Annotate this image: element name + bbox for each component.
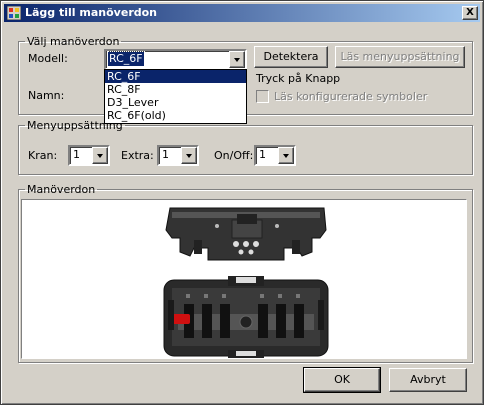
title-bar[interactable]: Lägg till manöverdon X [4,4,480,22]
onoff-select-value: 1 [259,148,266,161]
cancel-button-label: Avbryt [410,373,446,386]
chevron-down-icon[interactable] [229,51,245,68]
dialog-window: Lägg till manöverdon X Välj manöverdon M… [0,0,484,405]
chevron-down-icon[interactable] [278,147,294,164]
read-symbols-label: Läs konfigurerade symboler [274,90,428,103]
controller-preview [21,199,467,359]
model-option[interactable]: RC_8F [105,83,246,96]
ok-button[interactable]: OK [303,367,381,393]
controller-top-view [165,207,327,261]
crane-select-value: 1 [73,148,80,161]
model-select[interactable]: RC_6F [104,49,247,70]
name-label: Namn: [28,89,65,102]
read-menu-button[interactable]: Läs menyuppsättning [335,46,465,68]
extra-select-value: 1 [162,148,169,161]
read-symbols-checkbox[interactable] [256,90,269,103]
model-option[interactable]: RC_6F [105,70,246,83]
crane-label: Kran: [28,149,58,162]
detect-button[interactable]: Detektera [254,46,328,68]
read-menu-button-label: Läs menyuppsättning [340,50,460,63]
controller-legend: Manöverdon [27,183,96,196]
model-option[interactable]: D3_Lever [105,96,246,109]
model-option[interactable]: RC_6F(old) [105,109,246,122]
onoff-select[interactable]: 1 [254,145,296,166]
close-button[interactable]: X [462,6,478,20]
extra-select[interactable]: 1 [157,145,199,166]
crane-select[interactable]: 1 [68,145,110,166]
press-button-text: Tryck på Knapp [256,72,341,85]
model-select-value: RC_6F [107,51,145,67]
chevron-down-icon[interactable] [181,147,197,164]
select-controller-legend: Välj manöverdon [27,35,120,48]
model-dropdown-list[interactable]: RC_6F RC_8F D3_Lever RC_6F(old) [104,69,247,124]
window-title: Lägg till manöverdon [25,6,157,19]
red-lever [172,314,190,324]
ok-button-label: OK [334,373,350,386]
detect-button-label: Detektera [263,50,319,63]
extra-label: Extra: [121,149,154,162]
close-icon: X [466,7,474,18]
onoff-label: On/Off: [214,149,254,162]
model-label: Modell: [28,52,68,65]
cancel-button[interactable]: Avbryt [389,368,467,392]
controller-bottom-view [163,276,329,358]
controller-image [163,207,329,358]
chevron-down-icon[interactable] [92,147,108,164]
app-icon [7,6,21,20]
